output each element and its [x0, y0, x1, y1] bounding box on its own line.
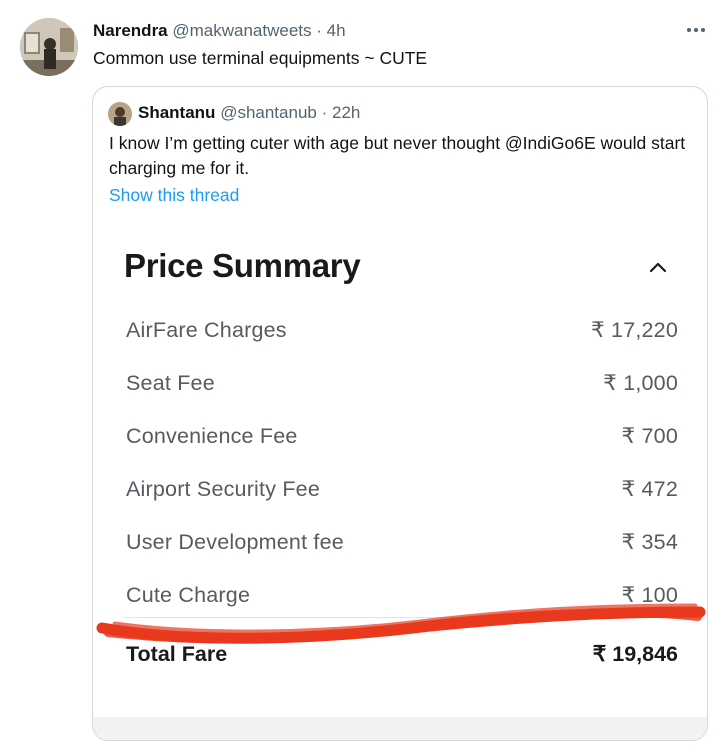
tweet[interactable]: Narendra @makwanatweets · 4h Common use …: [0, 0, 720, 753]
more-horizontal-icon: [687, 28, 705, 32]
separator-dot: ·: [316, 21, 322, 40]
price-summary-title: Price Summary: [124, 247, 361, 284]
total-fare-label: Total Fare: [126, 642, 228, 666]
quoted-tweet[interactable]: Shantanu @shantanub · 22h I know I’m get…: [92, 86, 708, 741]
fare-row-label: AirFare Charges: [126, 318, 287, 342]
author-avatar[interactable]: [20, 18, 78, 76]
author-handle[interactable]: @makwanatweets: [172, 21, 311, 40]
author-name[interactable]: Narendra: [93, 21, 168, 40]
quoted-tweet-text: I know I’m getting cuter with age but ne…: [109, 133, 686, 178]
show-thread-link[interactable]: Show this thread: [109, 185, 239, 206]
quoted-author-name[interactable]: Shantanu: [138, 103, 215, 122]
quoted-author-handle[interactable]: @shantanub: [220, 103, 317, 122]
tweet-header: Narendra @makwanatweets · 4h: [93, 21, 346, 41]
total-divider: [123, 617, 683, 618]
quoted-author-avatar[interactable]: [108, 102, 132, 126]
separator-dot: ·: [321, 103, 328, 122]
fare-row-value: ₹ 1,000: [603, 371, 678, 395]
fare-row-label: Seat Fee: [126, 371, 215, 395]
chevron-up-icon: [649, 262, 667, 273]
image-footer-strip: [93, 717, 707, 740]
fare-row-value: ₹ 17,220: [590, 318, 678, 342]
price-summary-image[interactable]: Price Summary AirFare Charges ₹ 17,220 S…: [93, 217, 707, 740]
fare-row-label: Cute Charge: [126, 583, 251, 607]
fare-row-value: ₹ 100: [621, 583, 678, 607]
quoted-tweet-time[interactable]: 22h: [332, 103, 360, 122]
fare-row-value: ₹ 472: [621, 477, 678, 501]
fare-row-label: User Development fee: [126, 530, 344, 554]
tweet-text: Common use terminal equipments ~ CUTE: [93, 48, 428, 68]
fare-row-label: Convenience Fee: [126, 424, 298, 448]
fare-row-value: ₹ 354: [621, 530, 678, 554]
collapse-button[interactable]: [644, 253, 672, 281]
tweet-time[interactable]: 4h: [327, 21, 346, 40]
fare-row-label: Airport Security Fee: [126, 477, 320, 501]
total-fare-value: ₹ 19,846: [592, 642, 678, 666]
fare-row-value: ₹ 700: [621, 424, 678, 448]
more-options-button[interactable]: [681, 18, 711, 42]
quoted-tweet-header: Shantanu @shantanub · 22h: [138, 103, 360, 123]
